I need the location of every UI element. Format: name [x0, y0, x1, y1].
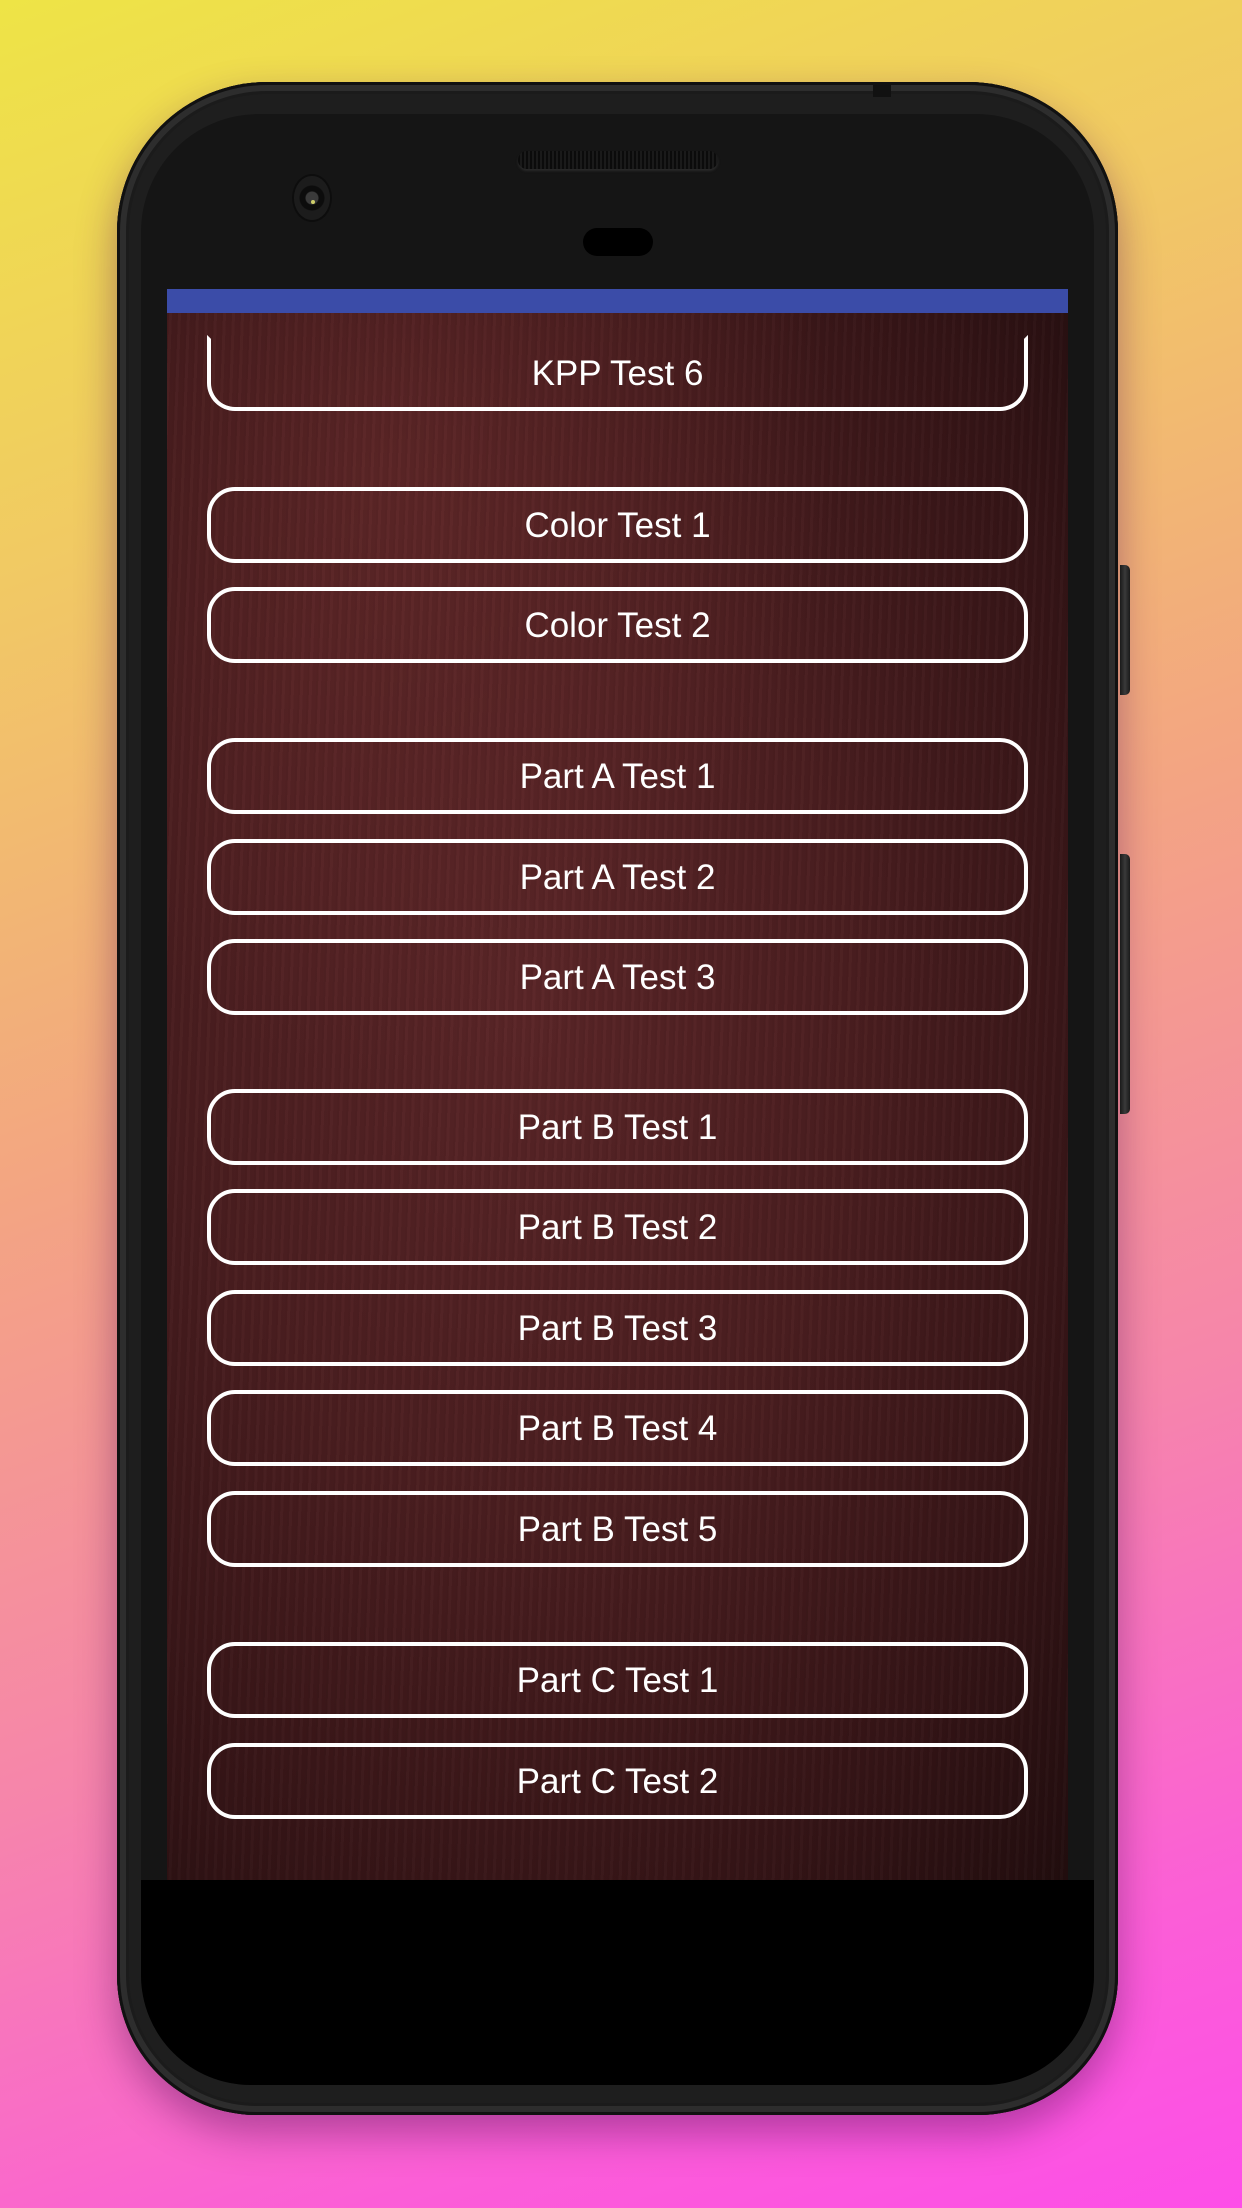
part-a-test-1-button[interactable]: Part A Test 1 — [207, 738, 1028, 814]
part-b-test-1-button[interactable]: Part B Test 1 — [207, 1089, 1028, 1165]
button-label: Part A Test 2 — [519, 857, 716, 897]
part-b-test-3-button[interactable]: Part B Test 3 — [207, 1290, 1028, 1366]
antenna-band — [873, 82, 891, 97]
button-label: Part B Test 2 — [517, 1207, 718, 1247]
button-label: Color Test 2 — [524, 605, 711, 645]
part-c-test-2-button[interactable]: Part C Test 2 — [207, 1743, 1028, 1819]
button-label: Part B Test 3 — [517, 1308, 718, 1348]
button-label: Part A Test 3 — [519, 957, 716, 997]
status-bar — [167, 289, 1068, 313]
button-label: Part B Test 4 — [517, 1408, 718, 1448]
test-list-scroll[interactable]: KPP Test 6 Color Test 1 Color Test 2 Par… — [167, 313, 1068, 1880]
kpp-test-6-button[interactable]: KPP Test 6 — [207, 335, 1028, 411]
app-screen: KPP Test 6 Color Test 1 Color Test 2 Par… — [167, 289, 1068, 1880]
button-label: Color Test 1 — [524, 505, 711, 545]
button-label: Part C Test 1 — [516, 1660, 719, 1700]
front-camera-icon — [294, 176, 330, 220]
button-label: Part A Test 1 — [519, 756, 716, 796]
proximity-sensor-icon — [583, 228, 653, 256]
part-b-test-4-button[interactable]: Part B Test 4 — [207, 1390, 1028, 1466]
button-label: Part B Test 5 — [517, 1509, 718, 1549]
part-b-test-5-button[interactable]: Part B Test 5 — [207, 1491, 1028, 1567]
part-a-test-2-button[interactable]: Part A Test 2 — [207, 839, 1028, 915]
earpiece-speaker-icon — [518, 151, 718, 169]
power-button[interactable] — [1120, 565, 1130, 695]
color-test-2-button[interactable]: Color Test 2 — [207, 587, 1028, 663]
button-label: Part C Test 2 — [516, 1761, 719, 1801]
button-label: KPP Test 6 — [531, 353, 704, 393]
part-c-test-1-button[interactable]: Part C Test 1 — [207, 1642, 1028, 1718]
volume-rocker[interactable] — [1120, 854, 1130, 1114]
color-test-1-button[interactable]: Color Test 1 — [207, 487, 1028, 563]
part-b-test-2-button[interactable]: Part B Test 2 — [207, 1189, 1028, 1265]
part-a-test-3-button[interactable]: Part A Test 3 — [207, 939, 1028, 1015]
button-label: Part B Test 1 — [517, 1107, 718, 1147]
navigation-area — [141, 1880, 1094, 2085]
